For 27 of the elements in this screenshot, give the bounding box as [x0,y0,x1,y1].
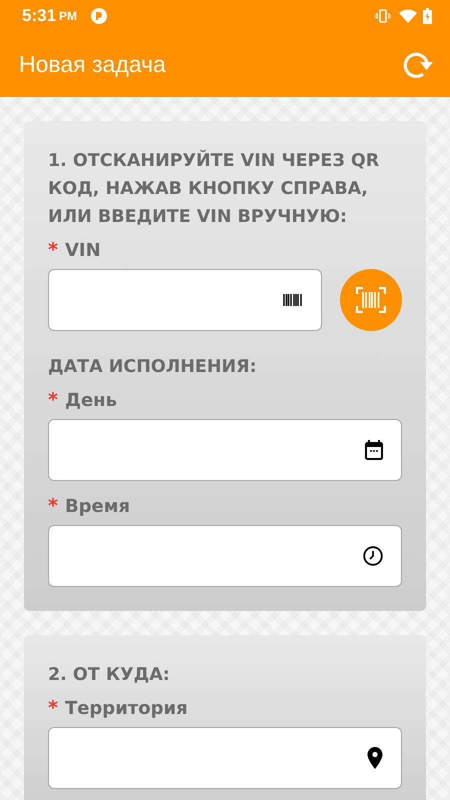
field-label: День [64,390,117,411]
status-ampm: PM [59,9,78,23]
field-label: Территория [64,698,188,719]
field-label: Время [64,496,130,517]
screen-title: Новая задача [19,51,167,78]
vibrate-icon [375,9,391,23]
clock-icon [363,546,383,566]
territory-field[interactable] [48,727,402,789]
required-asterisk: * [48,697,58,719]
section-heading: ДАТА ИСПОЛНЕНИЯ: [48,356,258,379]
date-field[interactable] [48,419,402,481]
required-asterisk: * [48,239,58,261]
required-asterisk: * [48,495,58,517]
battery-icon [423,8,432,24]
status-time: 5:31 [22,6,56,26]
field-label: VIN [64,240,101,261]
location-pin-icon [367,747,383,769]
section-heading: 1. ОТСКАНИРУЙТЕ VIN ЧЕРЕЗ QR КОД, НАЖАВ КНОПКУ СПРАВА, ИЛИ ВВЕДИТЕ VIN ВРУЧНУЮ: [48,148,380,229]
section-heading: 2. ОТ КУДА: [48,664,171,687]
app-notification-icon [91,8,108,24]
vin-field[interactable] [48,269,322,331]
calendar-icon [365,440,383,460]
time-field[interactable] [48,525,402,587]
wifi-icon [399,9,417,23]
required-asterisk: * [48,389,58,411]
barcode-icon [283,294,303,306]
barcode-scan-icon [356,287,386,313]
